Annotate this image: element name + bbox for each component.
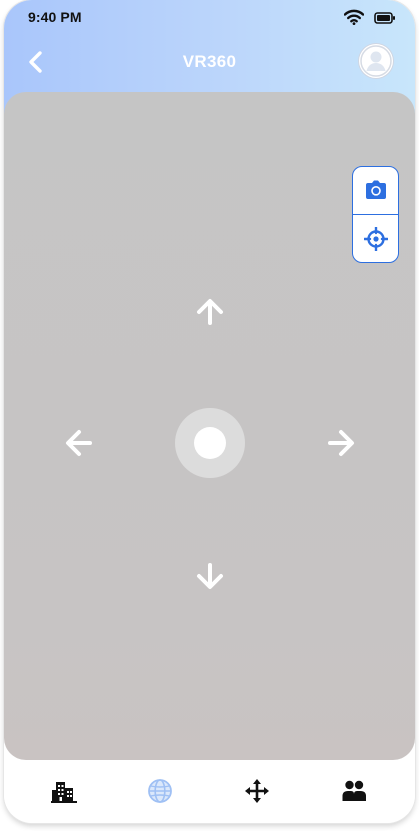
nav-item-move[interactable] [239,776,275,806]
arrow-down-icon [197,563,223,589]
nav-item-vr360[interactable] [142,776,178,806]
bottom-nav [4,760,415,823]
pan-down-button[interactable] [188,554,232,598]
buildings-icon [51,782,77,803]
battery-icon [374,11,396,24]
pan-left-button[interactable] [57,421,101,465]
camera-icon [366,180,386,199]
arrow-right-icon [328,430,354,456]
crosshair-icon [364,227,388,251]
nav-item-people[interactable] [336,776,372,806]
pan-right-button[interactable] [319,421,363,465]
status-bar: 9:40 PM [4,0,415,34]
wifi-icon [343,9,365,25]
arrow-up-icon [197,299,223,325]
page-title: VR360 [182,52,237,71]
nav-item-buildings[interactable] [46,776,82,806]
pan-up-button[interactable] [188,290,232,334]
avatar[interactable] [359,44,393,78]
side-toolbar [352,166,399,263]
move-arrows-icon [245,779,269,803]
vr-viewport[interactable] [4,92,415,760]
camera-button[interactable] [353,167,398,214]
arrow-left-icon [66,430,92,456]
status-time: 9:40 PM [28,9,82,25]
center-dot [194,427,226,459]
phone-screen: 9:40 PM VR360 [4,0,415,823]
people-icon [342,780,366,801]
center-button[interactable] [175,408,245,478]
globe-icon [148,779,172,803]
app-header: VR360 [4,40,415,84]
recenter-button[interactable] [353,215,398,262]
user-avatar-icon [360,45,392,77]
